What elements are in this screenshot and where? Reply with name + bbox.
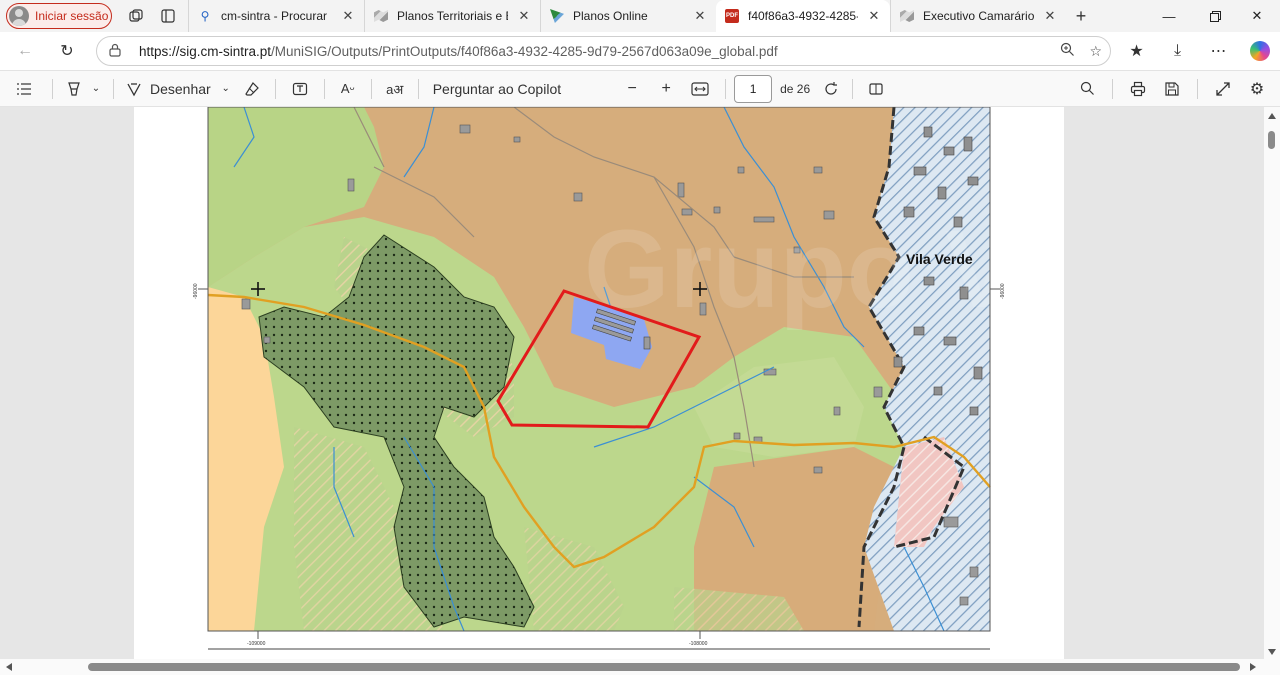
scroll-thumb[interactable] [1268, 131, 1275, 149]
tab-executivo-camarario[interactable]: Executivo Camarário ✕ [890, 0, 1066, 32]
tab-planos-territoriais[interactable]: Planos Territoriais e Estr ✕ [364, 0, 540, 32]
tab-title: Planos Territoriais e Estr [397, 9, 508, 23]
favorite-star-icon[interactable]: ☆ [1089, 43, 1102, 60]
text-box-icon[interactable] [284, 74, 316, 104]
vertical-scrollbar[interactable] [1264, 107, 1280, 659]
tab-planos-online[interactable]: Planos Online ✕ [540, 0, 716, 32]
page-number-input[interactable]: 1 [734, 74, 773, 103]
close-icon[interactable]: ✕ [692, 8, 708, 24]
watermark-text: Grupo Valor [584, 208, 1064, 331]
workspaces-icon[interactable] [120, 2, 152, 30]
address-bar: ← ↻ https://sig.cm-sintra.pt/MuniSIG/Out… [0, 32, 1280, 70]
page-view-icon[interactable] [861, 74, 891, 104]
coord-bottom-right: -108000 [689, 641, 708, 647]
vertical-tabs-icon[interactable] [152, 2, 184, 30]
search-icon: ⚲ [200, 9, 210, 23]
coord-right: -96000 [1000, 283, 1006, 299]
scroll-left-icon[interactable] [6, 663, 12, 671]
fit-width-icon[interactable] [683, 74, 717, 104]
chevron-down-icon[interactable]: ⌄ [87, 74, 105, 104]
close-icon[interactable]: ✕ [340, 8, 356, 24]
pdf-toolbar: ⌄ Desenhar ⌄ Aᵕ aअ Perguntar ao Copilot … [0, 70, 1280, 107]
tab-bar: Iniciar sessão ⚲ cm-sintra - Procurar ✕ … [0, 0, 1280, 32]
print-icon[interactable] [1121, 74, 1155, 104]
map-icon [373, 8, 389, 24]
zoom-in-icon[interactable]: + [649, 74, 683, 104]
search-icon[interactable] [1070, 74, 1104, 104]
plans-icon [549, 8, 565, 24]
close-icon[interactable]: ✕ [516, 8, 532, 24]
tab-cm-sintra-search[interactable]: ⚲ cm-sintra - Procurar ✕ [188, 0, 364, 32]
scroll-up-icon[interactable] [1268, 113, 1276, 119]
map-icon [899, 8, 915, 24]
coord-left: -96000 [193, 283, 199, 299]
scroll-right-icon[interactable] [1250, 663, 1256, 671]
pdf-viewer[interactable]: Grupo Valor Vila Verde -96000 -96000 -10… [0, 107, 1280, 675]
place-label: Vila Verde [906, 251, 973, 267]
tab-title: cm-sintra - Procurar [221, 9, 328, 23]
lock-icon [109, 43, 131, 60]
url-field[interactable]: https://sig.cm-sintra.pt/MuniSIG/Outputs… [96, 36, 1111, 66]
copilot-icon[interactable] [1239, 36, 1280, 66]
tab-title: f40f86a3-4932-4285-9d [748, 9, 858, 23]
pdf-page: Grupo Valor Vila Verde -96000 -96000 -10… [134, 107, 1064, 659]
scroll-thumb[interactable] [88, 663, 1240, 671]
zoom-out-icon[interactable]: − [615, 74, 649, 104]
zoom-icon[interactable] [1060, 42, 1075, 60]
highlight-icon[interactable] [61, 74, 87, 104]
chevron-down-icon[interactable]: ⌄ [215, 74, 237, 104]
tab-title: Planos Online [573, 9, 648, 23]
page-total: de 26 [780, 81, 811, 96]
close-icon[interactable]: ✕ [1042, 8, 1058, 24]
tab-pdf-active[interactable]: PDF f40f86a3-4932-4285-9d ✕ [716, 0, 890, 32]
refresh-icon[interactable]: ↻ [50, 36, 84, 66]
more-menu-icon[interactable]: ⋯ [1198, 36, 1239, 66]
rotate-icon[interactable] [818, 74, 844, 104]
draw-icon[interactable] [122, 74, 146, 104]
minimize-button[interactable]: — [1146, 0, 1192, 32]
read-aloud-icon[interactable]: Aᵕ [333, 74, 363, 104]
pdf-icon: PDF [724, 8, 740, 24]
draw-button[interactable]: Desenhar [146, 74, 215, 104]
expand-icon[interactable] [1206, 74, 1240, 104]
url-text: https://sig.cm-sintra.pt/MuniSIG/Outputs… [139, 43, 778, 59]
settings-gear-icon[interactable]: ⚙ [1240, 74, 1274, 104]
scroll-down-icon[interactable] [1268, 649, 1276, 655]
downloads-icon[interactable]: ⤓ [1157, 36, 1198, 66]
new-tab-button[interactable]: + [1066, 6, 1096, 27]
restore-button[interactable] [1192, 0, 1238, 32]
avatar-icon [9, 6, 29, 26]
profile-label: Iniciar sessão [35, 9, 109, 23]
tab-title: Executivo Camarário [923, 9, 1034, 23]
favorites-icon[interactable]: ★ [1116, 36, 1157, 66]
eraser-icon[interactable] [237, 74, 267, 104]
contents-icon[interactable] [4, 74, 44, 104]
close-icon[interactable]: ✕ [866, 8, 882, 24]
ask-copilot-button[interactable]: Perguntar ao Copilot [427, 74, 567, 104]
map-image: Grupo Valor Vila Verde -96000 -96000 -10… [193, 107, 1064, 650]
translate-icon[interactable]: aअ [380, 74, 410, 104]
coord-bottom-left: -109000 [247, 641, 266, 647]
close-window-button[interactable]: ✕ [1234, 0, 1280, 32]
horizontal-scrollbar[interactable] [0, 659, 1280, 675]
save-icon[interactable] [1155, 74, 1189, 104]
back-icon[interactable]: ← [8, 36, 42, 66]
profile-button[interactable]: Iniciar sessão [6, 3, 112, 29]
